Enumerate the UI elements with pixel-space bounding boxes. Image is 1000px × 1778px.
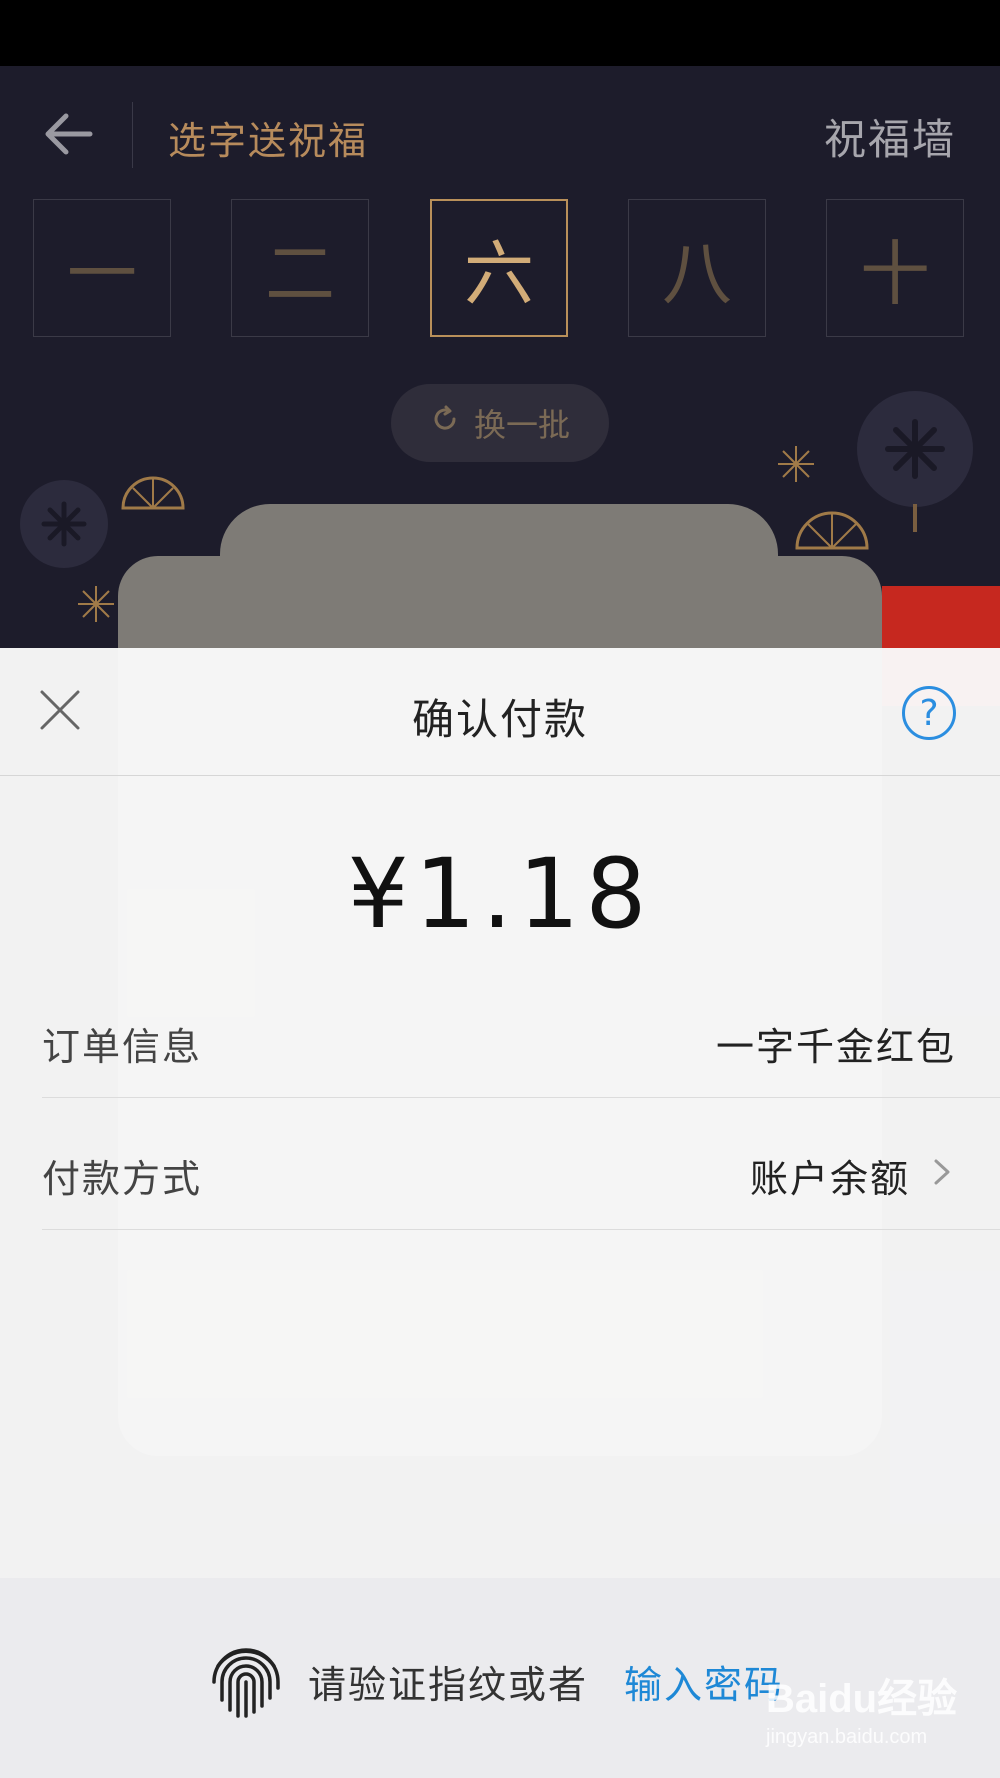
payment-method-row[interactable]: 付款方式 账户余额 — [42, 1108, 1000, 1230]
status-bar — [0, 0, 1000, 66]
char-tile-selected[interactable]: 六 — [430, 199, 568, 337]
sheet-header: 确认付款 ? — [0, 648, 1000, 776]
character-selector: 一 二 六 八 十 — [33, 199, 968, 339]
verification-prompt: 请验证指纹或者 — [308, 1663, 589, 1707]
refresh-label: 换一批 — [473, 406, 570, 444]
nav-divider — [132, 102, 133, 168]
order-info-label: 订单信息 — [42, 1025, 203, 1069]
help-icon[interactable]: ? — [902, 686, 956, 740]
order-info-row: 订单信息 一字千金红包 — [42, 976, 1000, 1098]
chevron-right-icon — [928, 1158, 956, 1186]
watermark-sub: jingyan.baidu.com — [766, 1726, 928, 1748]
char-tile[interactable]: 八 — [628, 199, 766, 337]
char-tile[interactable]: 一 — [33, 199, 171, 337]
char-tile[interactable]: 十 — [826, 199, 964, 337]
payment-sheet: 确认付款 ? ¥1.18 订单信息 一字千金红包 付款方式 账户余额 — [0, 648, 1000, 1578]
payment-method-value: 账户余额 — [749, 1157, 910, 1201]
back-arrow-icon[interactable] — [40, 106, 96, 162]
char-tile[interactable]: 二 — [231, 199, 369, 337]
watermark-main: Baidu经验 — [766, 1677, 958, 1721]
fan-ornament-icon — [121, 476, 185, 510]
payment-method-label: 付款方式 — [42, 1157, 203, 1201]
snowflake-ornament-icon — [778, 446, 814, 482]
fingerprint-icon[interactable] — [204, 1636, 288, 1720]
order-info-value: 一字千金红包 — [715, 1025, 956, 1069]
fan-ornament-icon — [795, 511, 869, 550]
blessing-wall-link[interactable]: 祝福墙 — [824, 106, 956, 167]
sheet-title: 确认付款 — [411, 695, 588, 744]
enter-password-link[interactable]: 输入密码 — [624, 1654, 784, 1709]
payment-amount: ¥1.18 — [347, 838, 653, 950]
refresh-icon — [430, 404, 460, 442]
page-title: 选字送祝福 — [168, 119, 369, 163]
snowflake-ornament-icon — [78, 586, 114, 622]
baidu-watermark: Baidu经验 jingyan.baidu.com — [766, 1666, 957, 1749]
refresh-button[interactable]: 换一批 — [391, 384, 609, 462]
